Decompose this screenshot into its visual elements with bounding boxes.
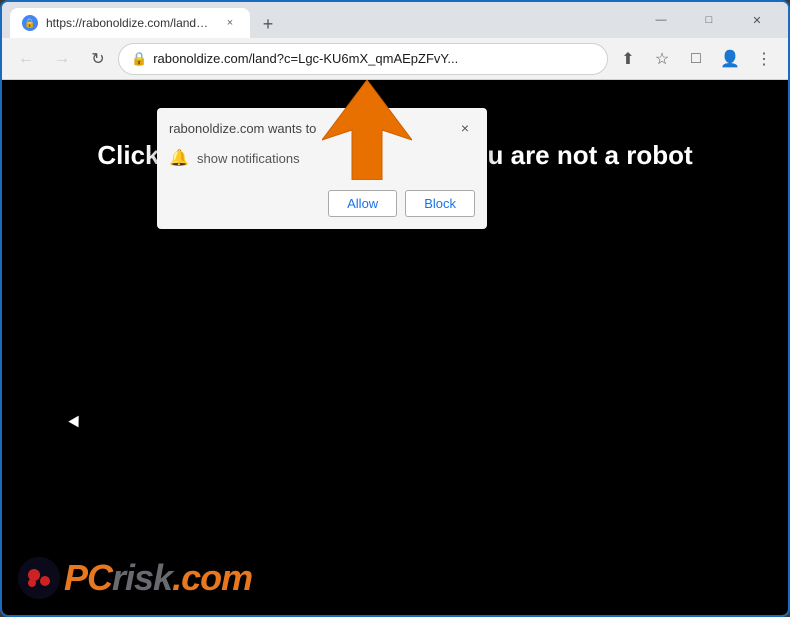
refresh-button[interactable]: ↻	[82, 43, 114, 75]
notification-row: 🔔 show notifications	[169, 148, 475, 168]
pcrisk-dotcom: .com	[172, 557, 252, 598]
pcrisk-pc: PC	[64, 557, 112, 598]
pcrisk-risk: risk	[112, 557, 172, 598]
tab-title: https://rabonoldize.com/land?c=	[46, 16, 214, 30]
dialog-buttons: Allow Block	[157, 190, 487, 229]
lock-icon: 🔒	[131, 51, 147, 67]
dialog-header: rabonoldize.com wants to ×	[157, 108, 487, 144]
maximize-button[interactable]: □	[686, 5, 732, 35]
bell-icon: 🔔	[169, 148, 189, 168]
extensions-button[interactable]: □	[680, 43, 712, 75]
block-button[interactable]: Block	[405, 190, 475, 217]
allow-button[interactable]: Allow	[328, 190, 397, 217]
forward-button[interactable]: →	[46, 43, 78, 75]
tab-favicon: 🔒	[22, 15, 38, 31]
toolbar: ← → ↻ 🔒 rabonoldize.com/land?c=Lgc-KU6mX…	[2, 38, 788, 80]
back-button[interactable]: ←	[10, 43, 42, 75]
pcrisk-text: PCrisk.com	[64, 557, 252, 599]
menu-button[interactable]: ⋮	[748, 43, 780, 75]
new-tab-button[interactable]: +	[254, 10, 282, 38]
pcrisk-logo: PCrisk.com	[18, 557, 252, 599]
minimize-button[interactable]: —	[638, 5, 684, 35]
bookmark-button[interactable]: ☆	[646, 43, 678, 75]
dialog-title: rabonoldize.com wants to	[169, 121, 316, 136]
tab-area: 🔒 https://rabonoldize.com/land?c= × +	[10, 2, 626, 38]
profile-button[interactable]: 👤	[714, 43, 746, 75]
browser-window: 🔒 https://rabonoldize.com/land?c= × + — …	[0, 0, 790, 617]
title-bar: 🔒 https://rabonoldize.com/land?c= × + — …	[2, 2, 788, 38]
pcrisk-icon	[18, 557, 60, 599]
share-button[interactable]: ⬆	[612, 43, 644, 75]
address-text: rabonoldize.com/land?c=Lgc-KU6mX_qmAEpZF…	[153, 51, 595, 66]
toolbar-actions: ⬆ ☆ □ 👤 ⋮	[612, 43, 780, 75]
active-tab[interactable]: 🔒 https://rabonoldize.com/land?c= ×	[10, 8, 250, 38]
page-content: Click "Allow" to confirm that you are no…	[2, 80, 788, 615]
notification-text: show notifications	[197, 151, 300, 166]
notification-dialog: rabonoldize.com wants to × 🔔 show notifi…	[157, 108, 487, 229]
window-controls: — □ ✕	[638, 5, 780, 35]
tab-close-button[interactable]: ×	[222, 15, 238, 31]
close-button[interactable]: ✕	[734, 5, 780, 35]
cursor	[68, 416, 83, 431]
address-bar[interactable]: 🔒 rabonoldize.com/land?c=Lgc-KU6mX_qmAEp…	[118, 43, 608, 75]
dialog-body: 🔔 show notifications	[157, 144, 487, 190]
dialog-close-button[interactable]: ×	[455, 118, 475, 138]
